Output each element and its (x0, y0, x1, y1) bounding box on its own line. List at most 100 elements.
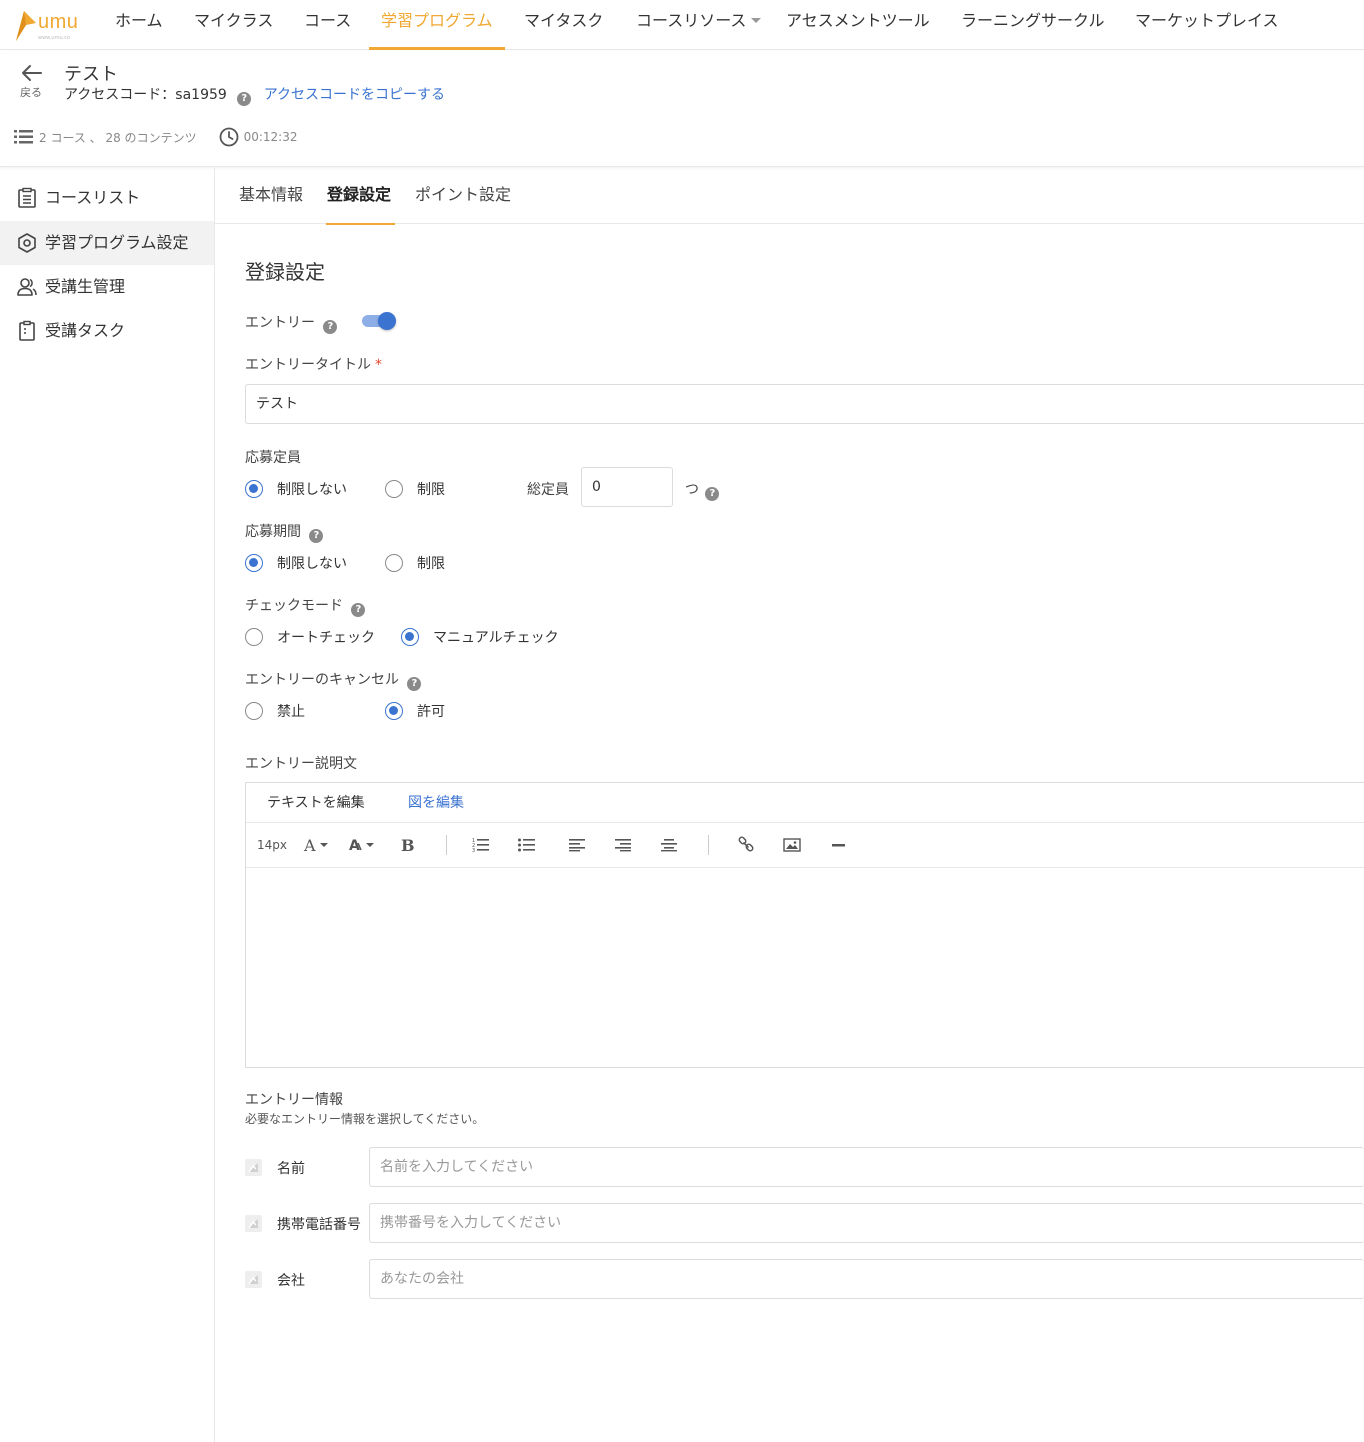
help-icon[interactable]: ? (705, 487, 720, 501)
edit-text-tab[interactable]: テキストを編集 (267, 783, 365, 823)
bold-icon[interactable]: B (398, 833, 418, 857)
align-right-icon[interactable] (612, 833, 634, 857)
svg-text:3: 3 (472, 848, 475, 853)
highlight-color-icon[interactable]: A (348, 833, 376, 857)
nav-learning-program[interactable]: 学習プログラム (369, 0, 505, 50)
list-icon (14, 130, 33, 144)
phone-field-label: 携帯電話番号 (277, 1217, 361, 1233)
cancel-prohibit-radio[interactable]: 禁止 (245, 701, 305, 721)
check-mode-label: チェックモード ? (245, 595, 366, 617)
radio-label: オートチェック (277, 630, 375, 646)
nav-course[interactable]: コース (304, 0, 351, 50)
capacity-unlimited-radio[interactable]: 制限しない (245, 479, 347, 499)
nav-my-class[interactable]: マイクラス (194, 0, 273, 50)
caret-down-icon (751, 18, 762, 23)
tab-registration-settings[interactable]: 登録設定 (325, 168, 396, 225)
editor-content-area[interactable] (246, 868, 1364, 1067)
nav-my-task[interactable]: マイタスク (524, 0, 603, 50)
section-title: 登録設定 (245, 260, 325, 284)
radio-label: 禁止 (277, 704, 305, 720)
nav-assessment-tools[interactable]: アセスメントツール (786, 0, 930, 50)
font-size-select[interactable]: 14px (256, 833, 288, 857)
company-field-label: 会社 (277, 1273, 305, 1289)
entry-toggle[interactable] (362, 312, 398, 330)
sidebar-item-label: 受講タスク (45, 321, 126, 340)
manual-check-radio[interactable]: マニュアルチェック (401, 627, 559, 647)
sidebar-item-student-management[interactable]: 受講生管理 (0, 265, 214, 309)
sidebar-item-program-settings[interactable]: 学習プログラム設定 (0, 221, 214, 265)
period-limited-radio[interactable]: 制限 (385, 553, 445, 573)
help-icon[interactable]: ? (309, 529, 324, 543)
period-label-text: 応募期間 (245, 524, 301, 540)
help-icon[interactable]: ? (351, 603, 366, 617)
tab-basic-info[interactable]: 基本情報 (239, 168, 303, 224)
top-navigation: umu www.umu.co ホーム マイクラス コース 学習プログラム マイタ… (0, 0, 1364, 50)
toolbar-divider (446, 835, 447, 855)
radio-label: 制限 (417, 482, 445, 498)
checkbox-check-icon (248, 1275, 258, 1285)
nav-marketplace[interactable]: マーケットプレイス (1135, 0, 1279, 50)
nav-course-resources[interactable]: コースリソース (636, 0, 762, 50)
name-checkbox[interactable] (245, 1159, 262, 1176)
radio-label: 制限しない (277, 482, 347, 498)
image-icon[interactable] (781, 833, 803, 857)
ordered-list-icon[interactable]: 123 (470, 833, 492, 857)
company-input[interactable]: あなたの会社 (369, 1259, 1364, 1299)
phone-input[interactable]: 携帯番号を入力してください (369, 1203, 1364, 1243)
radio-dot (385, 480, 403, 498)
program-header: 戻る テスト アクセスコード：sa1959 ? アクセスコードをコピーする 2 … (0, 51, 1364, 167)
radio-label: 制限 (417, 556, 445, 572)
svg-text:A: A (303, 836, 316, 855)
sidebar-item-course-list[interactable]: コースリスト (0, 176, 214, 220)
settings-tabs: 基本情報 登録設定 ポイント設定 (215, 168, 1364, 225)
help-icon[interactable]: ? (407, 677, 422, 691)
sidebar: コースリスト 学習プログラム設定 受講生管理 受講タスク (0, 168, 215, 1442)
nav-home[interactable]: ホーム (115, 0, 163, 50)
align-center-icon[interactable] (658, 833, 680, 857)
radio-dot (401, 628, 419, 646)
radio-label: マニュアルチェック (433, 630, 559, 646)
check-mode-label-text: チェックモード (245, 598, 343, 614)
company-checkbox[interactable] (245, 1271, 262, 1288)
align-left-icon[interactable] (566, 833, 588, 857)
radio-dot (245, 554, 263, 572)
program-title: テスト (64, 64, 118, 85)
entry-title-input[interactable]: テスト (245, 384, 1364, 424)
unordered-list-icon[interactable] (516, 833, 538, 857)
svg-text:B: B (401, 836, 415, 855)
phone-checkbox[interactable] (245, 1215, 262, 1232)
edit-image-tab[interactable]: 図を編集 (408, 783, 464, 823)
nav-learning-circle[interactable]: ラーニングサークル (961, 0, 1105, 50)
radio-dot (245, 702, 263, 720)
entry-info-description: 必要なエントリー情報を選択してください。 (245, 1112, 485, 1126)
total-capacity-label: 総定員 (527, 482, 569, 498)
program-meta: 2 コース 、 28 のコンテンツ 00:12:32 (14, 127, 297, 147)
checkbox-check-icon (248, 1163, 258, 1173)
tab-point-settings[interactable]: ポイント設定 (415, 168, 511, 224)
radio-dot (245, 628, 263, 646)
period-label: 応募期間 ? (245, 521, 324, 543)
umu-logo[interactable]: umu www.umu.co (14, 5, 90, 45)
total-capacity-input[interactable]: 0 (581, 467, 673, 507)
capacity-limited-radio[interactable]: 制限 (385, 479, 445, 499)
cancel-allow-radio[interactable]: 許可 (385, 701, 445, 721)
sidebar-item-label: 学習プログラム設定 (45, 233, 189, 252)
help-icon[interactable]: ? (323, 320, 338, 334)
horizontal-rule-icon[interactable] (828, 833, 850, 857)
help-icon[interactable]: ? (237, 92, 252, 106)
toggle-knob (378, 312, 396, 330)
auto-check-radio[interactable]: オートチェック (245, 627, 375, 647)
editor-toolbar: 14px A A B 123 (246, 823, 1364, 868)
copy-access-code-link[interactable]: アクセスコードをコピーする (264, 87, 445, 103)
name-input[interactable]: 名前を入力してください (369, 1147, 1364, 1187)
description-label: エントリー説明文 (245, 756, 357, 772)
font-color-icon[interactable]: A (302, 833, 330, 857)
sidebar-item-student-tasks[interactable]: 受講タスク (0, 309, 214, 353)
link-icon[interactable] (735, 833, 757, 857)
cancel-label: エントリーのキャンセル ? (245, 669, 422, 691)
entry-title-label: エントリータイトル * (245, 354, 382, 374)
period-unlimited-radio[interactable]: 制限しない (245, 553, 347, 573)
access-code: アクセスコード：sa1959 (64, 87, 227, 103)
back-button[interactable]: 戻る (16, 63, 46, 100)
sidebar-item-label: 受講生管理 (45, 277, 126, 296)
